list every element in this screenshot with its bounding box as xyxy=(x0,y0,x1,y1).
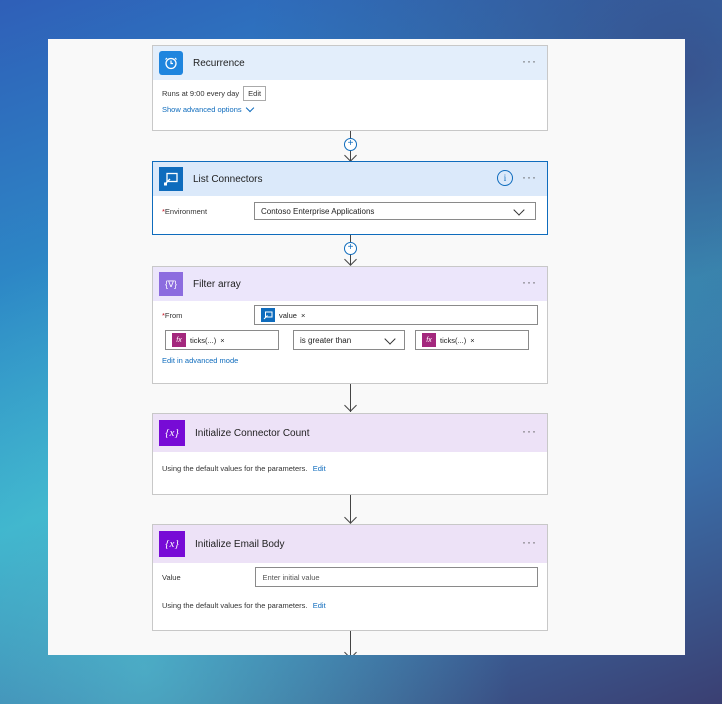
info-icon[interactable]: i xyxy=(497,170,513,186)
default-values-text: Using the default values for the paramet… xyxy=(162,601,308,610)
edit-parameters-link[interactable]: Edit xyxy=(313,464,326,473)
initial-value-placeholder: Enter initial value xyxy=(262,572,320,582)
recurrence-schedule-text: Runs at 9:00 every day xyxy=(162,89,240,98)
variable-icon: {x} xyxy=(159,531,185,557)
chevron-down-icon[interactable] xyxy=(245,103,254,113)
initialize-email-body-card[interactable]: {x} Initialize Email Body ··· Value Ente… xyxy=(152,524,548,631)
right-expression-token[interactable]: fx ticks(...) × xyxy=(422,333,475,347)
recurrence-edit-button[interactable]: Edit xyxy=(243,86,267,101)
value-label: Value xyxy=(162,572,181,582)
from-label: *From xyxy=(162,310,183,320)
list-connectors-card[interactable]: List Connectors i ··· *Environment Conto… xyxy=(152,161,548,235)
filter-array-body: *From value × fx ticks(...) × is greater… xyxy=(153,301,547,371)
initialize-connector-count-title: Initialize Connector Count xyxy=(195,427,310,439)
power-platform-connector-icon xyxy=(159,167,183,191)
edit-parameters-link[interactable]: Edit xyxy=(313,601,326,610)
more-options-icon[interactable]: ··· xyxy=(522,54,537,68)
from-input[interactable]: value × xyxy=(254,305,538,325)
more-options-icon[interactable]: ··· xyxy=(522,275,537,289)
arrow-down-icon xyxy=(344,646,357,655)
arrow-down-icon xyxy=(344,399,357,412)
remove-token-icon[interactable]: × xyxy=(220,336,224,345)
initialize-connector-count-card[interactable]: {x} Initialize Connector Count ··· Using… xyxy=(152,413,548,495)
filter-array-title: Filter array xyxy=(193,278,241,290)
condition-right-input[interactable]: fx ticks(...) × xyxy=(415,330,529,350)
chevron-down-icon[interactable] xyxy=(384,333,396,345)
left-expression-token[interactable]: fx ticks(...) × xyxy=(172,333,225,347)
operator-value: is greater than xyxy=(300,335,352,345)
more-options-icon[interactable]: ··· xyxy=(522,424,537,438)
list-connectors-title: List Connectors xyxy=(193,173,263,185)
initial-value-input[interactable]: Enter initial value xyxy=(255,567,538,587)
remove-token-icon[interactable]: × xyxy=(470,336,474,345)
arrow-down-icon xyxy=(344,511,357,524)
recurrence-title: Recurrence xyxy=(193,57,245,69)
condition-left-input[interactable]: fx ticks(...) × xyxy=(165,330,279,350)
more-options-icon[interactable]: ··· xyxy=(522,535,537,549)
filter-icon: {∇} xyxy=(159,272,183,296)
power-platform-connector-icon xyxy=(261,308,275,322)
from-token[interactable]: value × xyxy=(261,308,305,322)
environment-value: Contoso Enterprise Applications xyxy=(261,206,375,216)
chevron-down-icon[interactable] xyxy=(513,204,525,216)
filter-array-card[interactable]: {∇} Filter array ··· *From value × fx ti… xyxy=(152,266,548,384)
environment-dropdown[interactable]: Contoso Enterprise Applications xyxy=(254,202,536,220)
show-advanced-options-link[interactable]: Show advanced options xyxy=(162,105,242,114)
initialize-email-body-body: Value Enter initial value Using the defa… xyxy=(153,563,547,616)
initialize-email-body-header[interactable]: {x} Initialize Email Body ··· xyxy=(153,525,547,563)
arrow-down-icon xyxy=(344,149,357,162)
environment-label: *Environment xyxy=(162,206,208,216)
recurrence-body: Runs at 9:00 every day Edit Show advance… xyxy=(153,80,547,120)
list-connectors-header[interactable]: List Connectors i ··· xyxy=(153,162,547,196)
filter-array-header[interactable]: {∇} Filter array ··· xyxy=(153,267,547,301)
fx-icon: fx xyxy=(422,333,436,347)
arrow-down-icon xyxy=(344,253,357,266)
operator-dropdown[interactable]: is greater than xyxy=(293,330,405,350)
variable-icon: {x} xyxy=(159,420,185,446)
list-connectors-body: *Environment Contoso Enterprise Applicat… xyxy=(153,196,547,226)
initialize-connector-count-header[interactable]: {x} Initialize Connector Count ··· xyxy=(153,414,547,452)
flow-designer-canvas[interactable]: Recurrence ··· Runs at 9:00 every day Ed… xyxy=(48,39,685,655)
initialize-email-body-title: Initialize Email Body xyxy=(195,538,285,550)
recurrence-card[interactable]: Recurrence ··· Runs at 9:00 every day Ed… xyxy=(152,45,548,131)
alarm-clock-icon xyxy=(159,51,183,75)
default-values-text: Using the default values for the paramet… xyxy=(162,464,308,473)
remove-token-icon[interactable]: × xyxy=(301,311,305,320)
recurrence-header[interactable]: Recurrence ··· xyxy=(153,46,547,80)
initialize-connector-count-body: Using the default values for the paramet… xyxy=(153,452,547,479)
edit-in-advanced-mode-link[interactable]: Edit in advanced mode xyxy=(162,356,238,365)
more-options-icon[interactable]: ··· xyxy=(522,170,537,184)
fx-icon: fx xyxy=(172,333,186,347)
